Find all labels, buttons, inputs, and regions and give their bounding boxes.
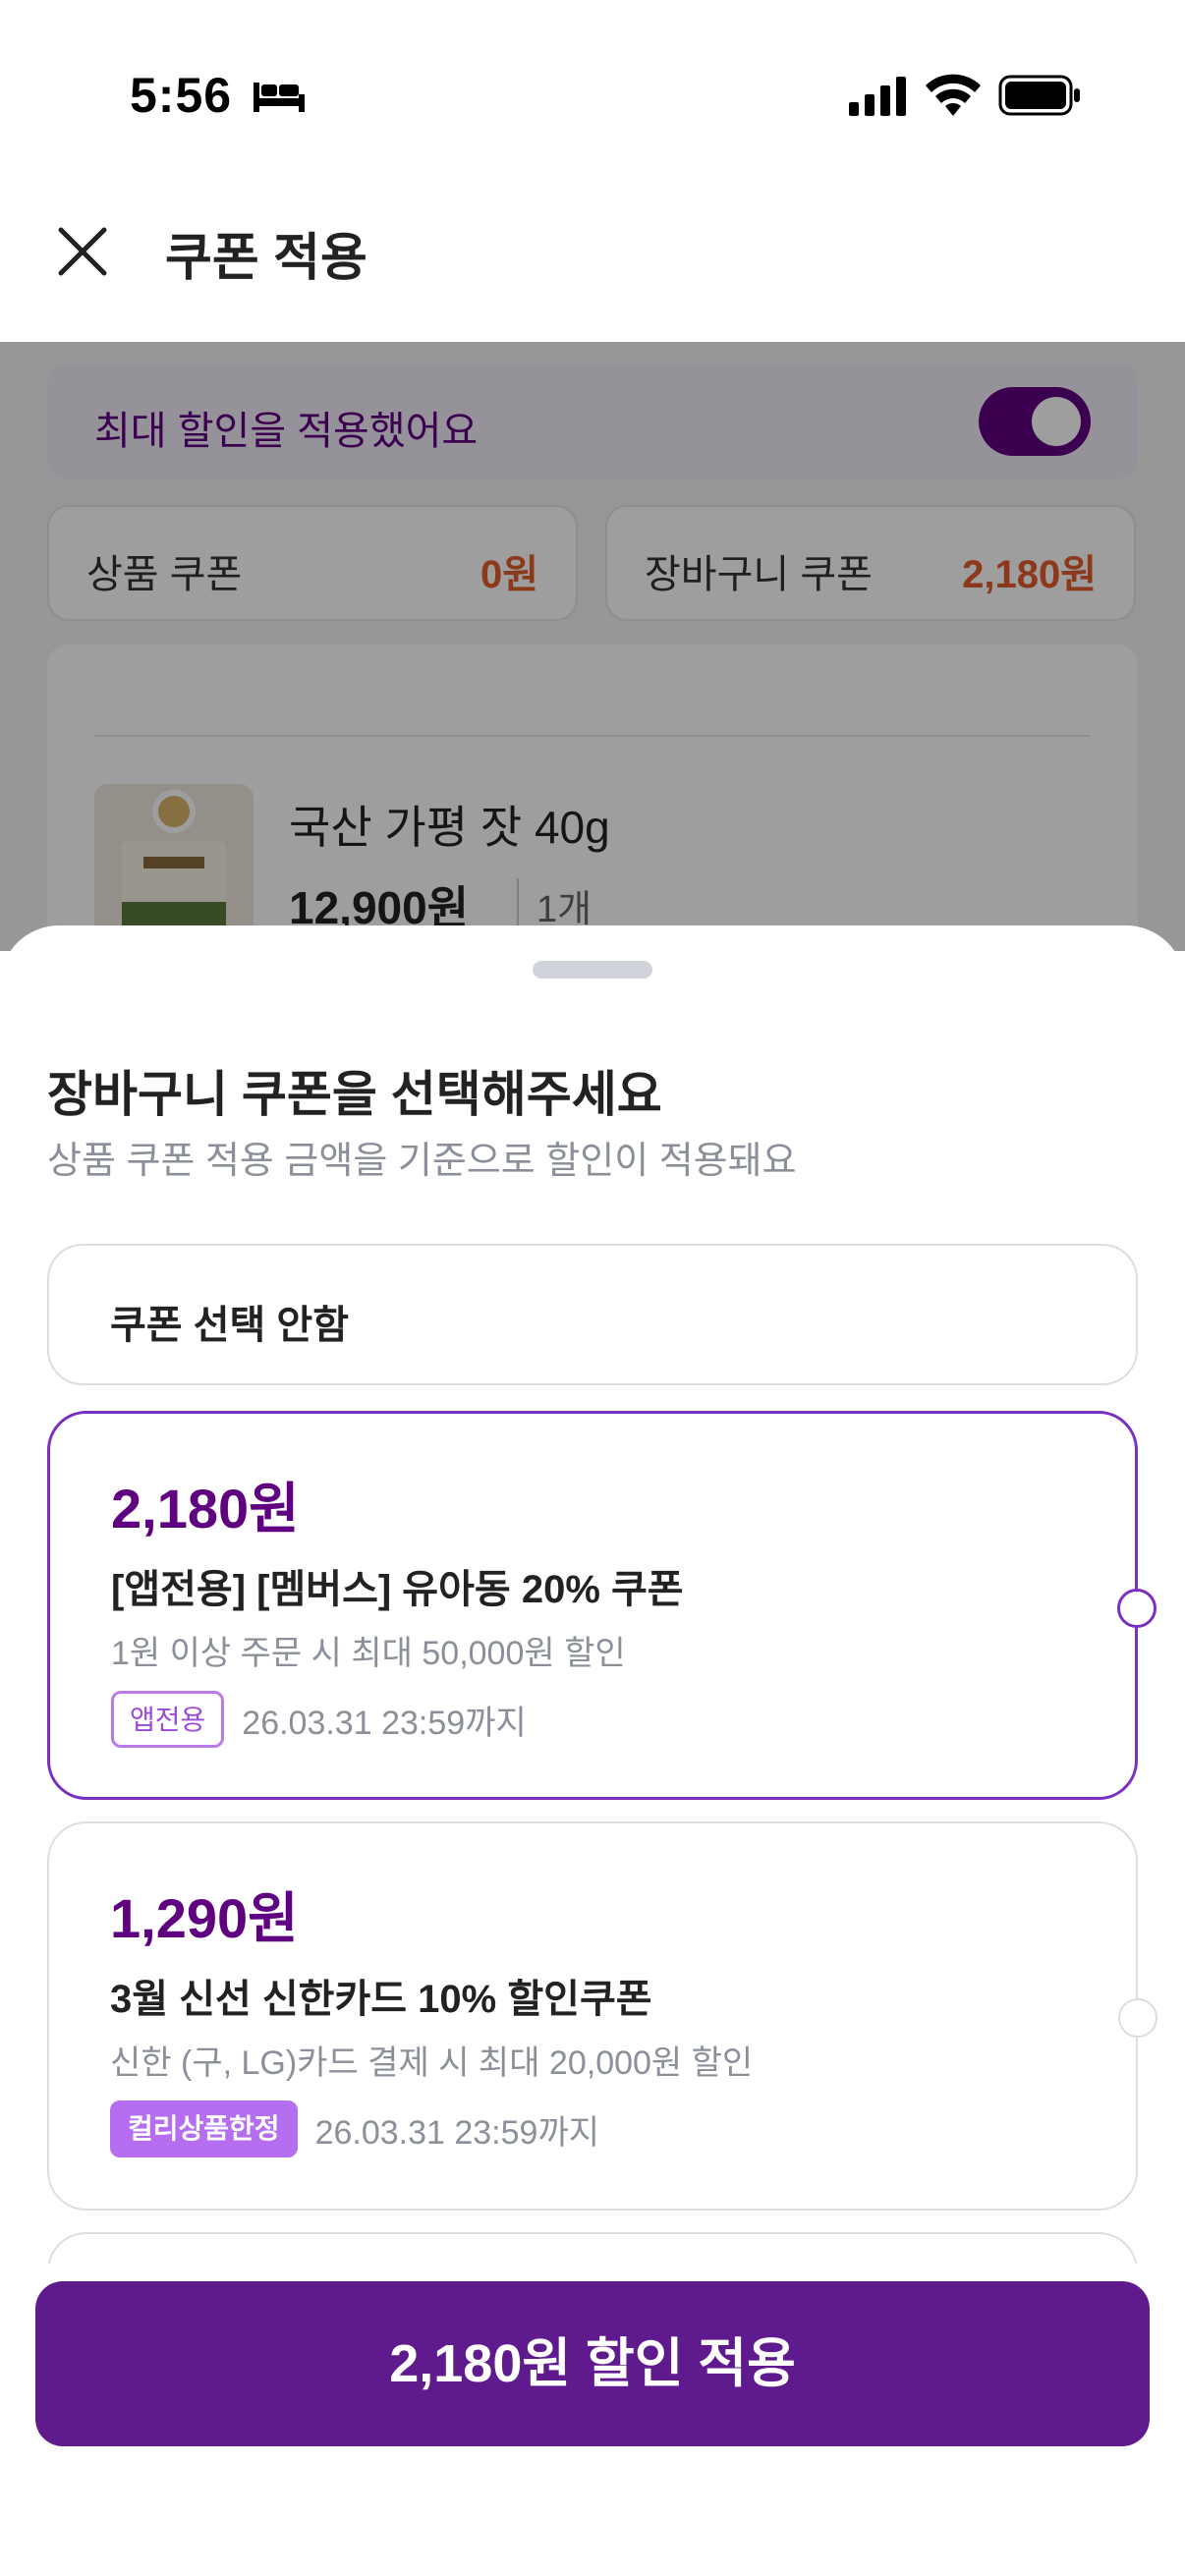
- coupon-expiry: 26.03.31 23:59까지: [242, 1704, 527, 1742]
- coupon-name: 3월 신선 신한카드 10% 할인쿠폰: [110, 1978, 652, 2021]
- close-icon[interactable]: [53, 222, 112, 281]
- coupon-condition: 1원 이상 주문 시 최대 50,000원 할인: [111, 1635, 626, 1672]
- coupon-condition: 신한 (구, LG)카드 결제 시 최대 20,000원 할인: [110, 2044, 754, 2082]
- apply-discount-button[interactable]: 2,180원 할인 적용: [35, 2281, 1150, 2446]
- wifi-icon: [926, 74, 981, 116]
- page-title: 쿠폰 적용: [165, 230, 367, 287]
- coupon-notch: [1117, 1589, 1157, 1628]
- coupon-meta: 컬리상품한정 26.03.31 23:59까지: [110, 2100, 599, 2157]
- sheet-drag-handle[interactable]: [533, 961, 652, 979]
- battery-icon: [998, 75, 1080, 116]
- sheet-subtitle: 상품 쿠폰 적용 금액을 기준으로 할인이 적용돼요: [47, 1141, 797, 1182]
- coupon-meta: 앱전용 26.03.31 23:59까지: [111, 1691, 527, 1748]
- status-bar: 5:56: [0, 0, 1185, 187]
- dim-overlay[interactable]: [0, 342, 1185, 951]
- page-header: 쿠폰 적용: [0, 187, 1185, 342]
- coupon-option[interactable]: 1,290원 3월 신선 신한카드 10% 할인쿠폰 신한 (구, LG)카드 …: [47, 1821, 1157, 2211]
- sleep-mode-icon: [254, 83, 305, 112]
- coupon-notch: [1118, 1998, 1157, 2038]
- status-time: 5:56: [130, 68, 233, 123]
- coupon-badge: 앱전용: [111, 1691, 225, 1748]
- no-coupon-label: 쿠폰 선택 안함: [110, 1304, 350, 1347]
- coupon-amount: 1,290원: [110, 1887, 299, 1949]
- cellular-signal-icon: [849, 77, 906, 116]
- coupon-option[interactable]: 2,180원 [앱전용] [멤버스] 유아동 20% 쿠폰 1원 이상 주문 시…: [47, 1411, 1157, 1800]
- coupon-expiry: 26.03.31 23:59까지: [314, 2113, 599, 2152]
- coupon-amount: 2,180원: [111, 1478, 300, 1540]
- sheet-title: 장바구니 쿠폰을 선택해주세요: [47, 1067, 662, 1122]
- no-coupon-option[interactable]: 쿠폰 선택 안함: [47, 1244, 1138, 1385]
- coupon-badge: 컬리상품한정: [110, 2100, 298, 2157]
- coupon-name: [앱전용] [멤버스] 유아동 20% 쿠폰: [111, 1568, 684, 1611]
- apply-button-container: 2,180원 할인 적용: [0, 2264, 1185, 2576]
- coupon-select-sheet: 장바구니 쿠폰을 선택해주세요 상품 쿠폰 적용 금액을 기준으로 할인이 적용…: [0, 925, 1185, 2576]
